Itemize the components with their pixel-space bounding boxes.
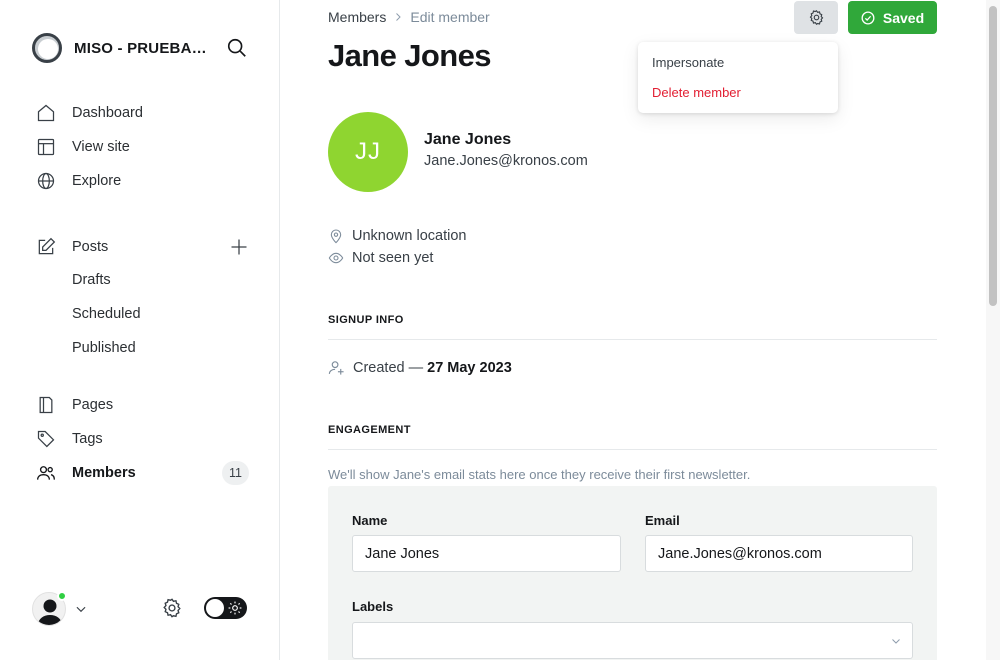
app: MISO - PRUEBA… Dashboard View site Explo… bbox=[0, 0, 1000, 660]
theme-toggle[interactable] bbox=[204, 597, 247, 619]
name-field-label: Name bbox=[352, 513, 388, 528]
eye-icon bbox=[328, 252, 344, 264]
page-icon bbox=[36, 395, 56, 415]
engagement-heading: ENGAGEMENT bbox=[328, 424, 937, 450]
nav-view-site-label: View site bbox=[72, 139, 130, 155]
saved-button[interactable]: Saved bbox=[848, 1, 937, 34]
member-actions-button[interactable] bbox=[794, 1, 838, 34]
member-avatar: JJ bbox=[328, 112, 408, 192]
nav-tags[interactable]: Tags bbox=[36, 427, 103, 451]
nav-posts-label: Posts bbox=[72, 239, 109, 255]
plus-icon[interactable] bbox=[229, 237, 249, 257]
sun-icon bbox=[228, 601, 242, 615]
member-last-seen-text: Not seen yet bbox=[352, 250, 434, 266]
name-field[interactable]: Jane Jones bbox=[352, 535, 621, 572]
nav-members-label: Members bbox=[72, 465, 136, 481]
nav-published[interactable]: Published bbox=[72, 340, 136, 356]
nav-scheduled[interactable]: Scheduled bbox=[72, 306, 141, 322]
nav-pages[interactable]: Pages bbox=[36, 393, 113, 417]
users-icon bbox=[36, 463, 56, 483]
theme-toggle-knob bbox=[206, 599, 224, 617]
nav-tags-label: Tags bbox=[72, 431, 103, 447]
gear-icon bbox=[809, 10, 823, 25]
labels-field-label: Labels bbox=[352, 599, 394, 614]
saved-button-label: Saved bbox=[882, 9, 925, 26]
email-field-label: Email bbox=[645, 513, 680, 528]
main-content: Members Edit member Saved Impersonate De… bbox=[281, 0, 986, 660]
home-icon bbox=[36, 103, 56, 123]
nav-dashboard[interactable]: Dashboard bbox=[36, 101, 143, 125]
nav-explore[interactable]: Explore bbox=[36, 169, 121, 193]
member-last-seen: Not seen yet bbox=[328, 249, 433, 267]
member-location: Unknown location bbox=[328, 227, 466, 245]
created-info: Created — 27 May 2023 bbox=[328, 359, 512, 376]
engagement-note: We'll show Jane's email stats here once … bbox=[328, 467, 751, 482]
member-actions-menu: Impersonate Delete member bbox=[638, 42, 838, 113]
tag-icon bbox=[36, 429, 56, 449]
layout-icon bbox=[36, 137, 56, 157]
user-add-icon bbox=[328, 361, 344, 375]
signup-info-heading: SIGNUP INFO bbox=[328, 314, 937, 340]
site-name: MISO - PRUEBA… bbox=[74, 39, 207, 57]
menu-item-delete-member[interactable]: Delete member bbox=[638, 84, 838, 114]
edit-icon bbox=[36, 237, 56, 257]
chevron-right-icon bbox=[396, 13, 402, 21]
created-date: 27 May 2023 bbox=[427, 359, 512, 376]
search-icon[interactable] bbox=[226, 37, 248, 59]
nav-pages-label: Pages bbox=[72, 397, 114, 413]
breadcrumb: Members Edit member bbox=[328, 9, 490, 25]
site-brand[interactable]: MISO - PRUEBA… bbox=[32, 32, 207, 64]
nav-view-site[interactable]: View site bbox=[36, 135, 130, 159]
scrollbar-thumb[interactable] bbox=[989, 6, 997, 306]
sidebar: MISO - PRUEBA… Dashboard View site Explo… bbox=[0, 0, 280, 660]
check-circle-icon bbox=[861, 11, 875, 24]
nav-posts[interactable]: Posts bbox=[36, 235, 108, 259]
chevron-down-icon bbox=[892, 639, 900, 644]
created-label: Created — bbox=[353, 359, 424, 376]
chevron-down-icon[interactable] bbox=[74, 602, 88, 616]
sidebar-footer bbox=[32, 590, 248, 626]
nav-explore-label: Explore bbox=[72, 173, 122, 189]
member-name: Jane Jones bbox=[424, 131, 512, 148]
member-location-text: Unknown location bbox=[352, 228, 467, 244]
page-scrollbar[interactable] bbox=[986, 0, 1000, 660]
location-pin-icon bbox=[330, 229, 342, 244]
globe-icon bbox=[36, 171, 56, 191]
members-count-badge: 11 bbox=[222, 461, 249, 485]
online-status-dot bbox=[57, 591, 67, 601]
breadcrumb-current: Edit member bbox=[410, 9, 490, 25]
email-field[interactable]: Jane.Jones@kronos.com bbox=[645, 535, 913, 572]
member-details-form: Name Jane Jones Email Jane.Jones@kronos.… bbox=[328, 486, 937, 660]
breadcrumb-members-link[interactable]: Members bbox=[328, 9, 386, 25]
menu-item-impersonate[interactable]: Impersonate bbox=[638, 54, 838, 84]
labels-select[interactable] bbox=[352, 622, 913, 659]
gear-icon[interactable] bbox=[161, 597, 183, 619]
site-logo bbox=[32, 33, 62, 63]
member-email: Jane.Jones@kronos.com bbox=[424, 153, 588, 169]
nav-drafts[interactable]: Drafts bbox=[72, 272, 111, 288]
nav-dashboard-label: Dashboard bbox=[72, 105, 143, 121]
nav-members[interactable]: Members bbox=[36, 461, 136, 485]
page-title: Jane Jones bbox=[328, 38, 491, 73]
